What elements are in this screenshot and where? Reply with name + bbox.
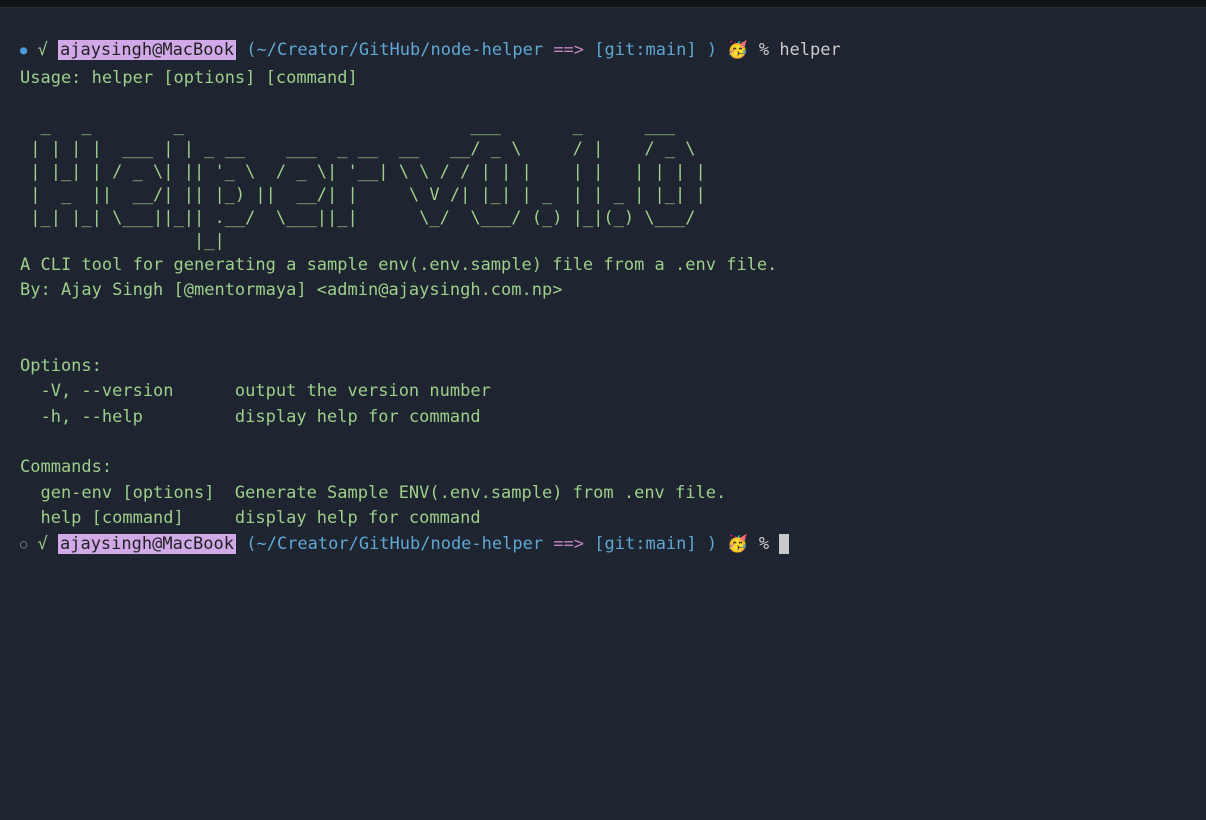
blank-spacer [20, 329, 1186, 354]
entered-command: helper [779, 40, 840, 60]
prompt-line-2[interactable]: ○ √ ajaysingh@MacBook (~/Creator/GitHub/… [20, 532, 1186, 558]
git-branch: [git:main] [594, 534, 696, 554]
option-help: -h, --help display help for command [20, 405, 1186, 431]
paren-close: ) [707, 40, 717, 60]
prompt-arrow: ==> [553, 40, 584, 60]
cwd-path: ~/Creator/GitHub/node-helper [256, 40, 543, 60]
check-icon: √ [37, 40, 47, 60]
prompt-line-1: ● √ ajaysingh@MacBook (~/Creator/GitHub/… [20, 38, 1186, 64]
usage-line: Usage: helper [options] [command] [20, 66, 1186, 92]
status-dot-icon: ● [20, 43, 27, 57]
user-host: ajaysingh@MacBook [58, 534, 236, 554]
paren-open: ( [246, 40, 256, 60]
prompt-arrow: ==> [553, 534, 584, 554]
command-genenv: gen-env [options] Generate Sample ENV(.e… [20, 481, 1186, 507]
terminal-viewport[interactable]: ● √ ajaysingh@MacBook (~/Creator/GitHub/… [0, 8, 1206, 579]
command-help: help [command] display help for command [20, 506, 1186, 532]
options-header: Options: [20, 354, 1186, 380]
blank-spacer [20, 430, 1186, 455]
check-icon: √ [37, 534, 47, 554]
author-line: By: Ajay Singh [@mentormaya] <admin@ajay… [20, 278, 1186, 304]
description-line: A CLI tool for generating a sample env(.… [20, 253, 1186, 279]
cwd-path: ~/Creator/GitHub/node-helper [256, 534, 543, 554]
paren-close: ) [707, 534, 717, 554]
prompt-symbol: % [759, 534, 769, 554]
status-dot-icon: ○ [20, 537, 27, 551]
cursor[interactable] [779, 534, 789, 554]
user-host: ajaysingh@MacBook [58, 40, 236, 60]
party-emoji-icon: 🥳 [727, 534, 748, 554]
commands-header: Commands: [20, 455, 1186, 481]
blank-spacer [20, 304, 1186, 329]
ascii-banner: _ _ _ ___ _ ___ | | | | ___ | | _ __ ___… [20, 115, 1186, 253]
prompt-symbol: % [759, 40, 769, 60]
window-titlebar [0, 0, 1206, 8]
option-version: -V, --version output the version number [20, 379, 1186, 405]
git-branch: [git:main] [594, 40, 696, 60]
party-emoji-icon: 🥳 [727, 40, 748, 60]
paren-open: ( [246, 534, 256, 554]
